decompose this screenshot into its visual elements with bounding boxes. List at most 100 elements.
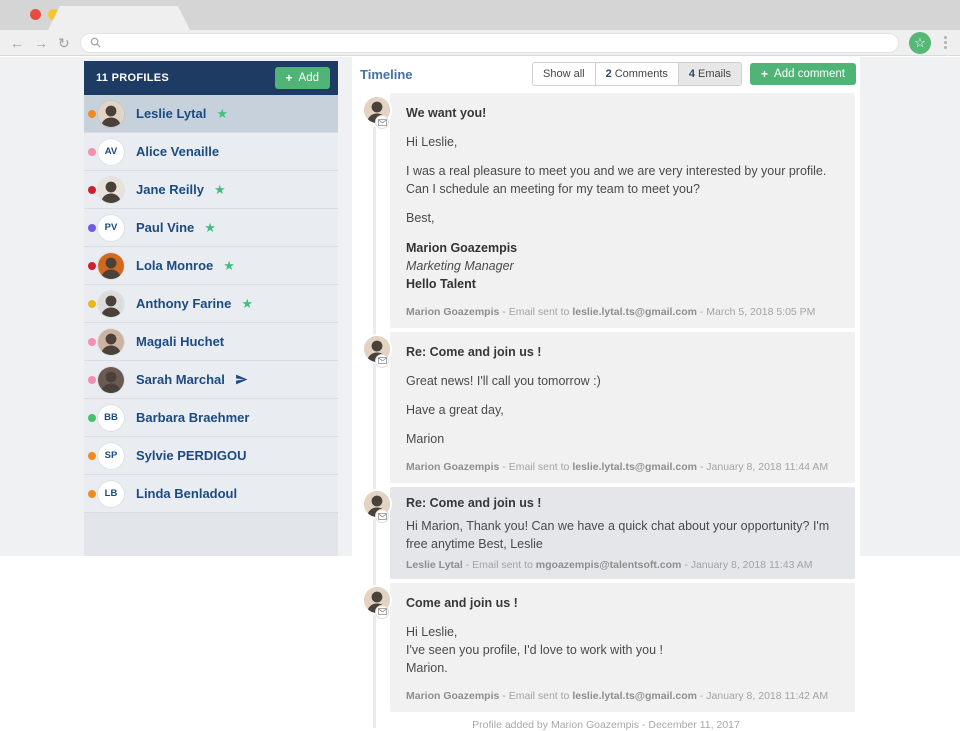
profile-badge	[235, 373, 248, 386]
sidebar-header: 11 PROFILES + Add	[84, 61, 338, 95]
person-photo	[98, 176, 124, 203]
add-profile-button[interactable]: + Add	[274, 67, 330, 89]
address-bar[interactable]	[79, 32, 899, 53]
browser-menu-icon[interactable]	[941, 36, 950, 49]
profile-badge: ★	[241, 297, 253, 310]
email-date: - March 5, 2018 5:05 PM	[696, 305, 816, 318]
email-card: We want you! Hi Leslie, I was a real plea…	[390, 93, 855, 328]
status-dot-icon	[88, 109, 96, 118]
profile-avatar	[98, 176, 124, 203]
status-dot-icon	[88, 147, 96, 156]
timeline-spine	[373, 127, 376, 728]
profile-list-item[interactable]: Magali Huchet	[84, 323, 338, 361]
favorite-star-icon: ★	[204, 220, 216, 235]
status-dot-icon	[88, 337, 96, 346]
profile-name: Anthony Farine	[136, 296, 232, 311]
app-page: 11 PROFILES + Add Leslie Lytal ★ AV Alic…	[0, 57, 960, 731]
email-meta: Marion Goazempis - Email sent to leslie.…	[406, 689, 829, 702]
profile-avatar	[98, 290, 124, 317]
profile-list-item[interactable]: Jane Reilly ★	[84, 171, 338, 209]
forward-icon[interactable]: →	[34, 36, 48, 50]
reload-icon[interactable]: ↻	[58, 36, 70, 50]
timeline-panel: Timeline Show all 2 Comments 4 Emails + Add …	[352, 57, 860, 731]
email-paragraph: I was a real pleasure to meet you and we…	[406, 164, 827, 197]
profile-name: Sylvie PERDIGOU	[136, 448, 247, 463]
timeline-filter-group: Show all 2 Comments 4 Emails	[532, 62, 743, 86]
profile-avatar: LB	[98, 480, 124, 507]
profile-list-item[interactable]: PV Paul Vine ★	[84, 209, 338, 247]
person-photo	[98, 252, 124, 279]
profile-name: Linda Benladoul	[136, 486, 238, 501]
email-subject: Re: Come and join us !	[406, 344, 542, 359]
status-dot-icon	[88, 413, 96, 422]
email-address: leslie.lytal.ts@gmail.com	[572, 461, 697, 474]
email-card: Re: Come and join us ! Hi Marion, Thank …	[390, 487, 855, 579]
timeline-entry: Re: Come and join us ! Hi Marion, Thank …	[364, 487, 855, 579]
add-comment-button[interactable]: + Add comment	[750, 63, 856, 85]
email-envelope-icon	[375, 509, 389, 524]
profile-list-item[interactable]: Lola Monroe ★	[84, 247, 338, 285]
filter-show-all[interactable]: Show all	[533, 63, 595, 85]
profile-avatar	[98, 100, 124, 127]
timeline-entries: We want you! Hi Leslie, I was a real plea…	[364, 93, 855, 728]
profile-name: Magali Huchet	[136, 334, 225, 349]
email-card: Come and join us ! Hi Leslie, I've seen …	[390, 582, 855, 712]
profile-badge: ★	[214, 183, 226, 196]
email-action: Email sent to	[508, 305, 570, 318]
email-paragraph: Best,	[406, 211, 435, 226]
send-plane-icon	[235, 374, 248, 385]
email-envelope-icon	[375, 353, 389, 368]
email-body: Hi Leslie, I've seen you profile, I'd lo…	[406, 623, 839, 677]
favorite-star-icon: ★	[216, 106, 228, 121]
status-dot-icon	[88, 451, 96, 460]
email-meta: Leslie Lytal - Email sent to mgoazempis@…	[406, 558, 813, 571]
timeline-header: Timeline Show all 2 Comments 4 Emails + Add …	[352, 57, 860, 91]
timeline-entry: We want you! Hi Leslie, I was a real plea…	[364, 93, 855, 328]
profile-list-item[interactable]: LB Linda Benladoul	[84, 475, 338, 513]
filter-emails[interactable]: 4 Emails	[677, 63, 742, 85]
back-icon[interactable]: ←	[10, 36, 24, 50]
favorite-star-icon: ★	[241, 296, 253, 311]
search-icon	[90, 37, 101, 48]
extension-star-icon[interactable]: ☆	[909, 31, 931, 54]
email-paragraph: Hi Marion, Thank you! Can we have a quic…	[406, 519, 830, 552]
email-date: - January 8, 2018 11:42 AM	[696, 689, 829, 702]
email-author: Marion Goazempis	[406, 689, 500, 702]
email-address: leslie.lytal.ts@gmail.com	[572, 305, 697, 318]
email-envelope-icon	[375, 115, 389, 129]
profile-list-item[interactable]: Anthony Farine ★	[84, 285, 338, 323]
profile-list-item[interactable]: Leslie Lytal ★	[84, 95, 338, 133]
email-meta: Marion Goazempis - Email sent to leslie.…	[406, 305, 816, 318]
profile-list-item[interactable]: AV Alice Venaille	[84, 133, 338, 171]
email-action: Email sent to	[472, 558, 533, 571]
timeline-title: Timeline	[360, 66, 413, 82]
profile-list-item[interactable]: Sarah Marchal	[84, 361, 338, 399]
profile-avatar: PV	[98, 214, 124, 241]
close-window-icon[interactable]	[30, 9, 41, 20]
browser-toolbar: ← → ↻ ☆	[0, 30, 960, 56]
profile-avatar: AV	[98, 138, 124, 165]
plus-icon: +	[285, 71, 293, 85]
profile-avatar: SP	[98, 442, 124, 469]
email-subject: Come and join us !	[406, 595, 518, 610]
profile-list-item[interactable]: SP Sylvie PERDIGOU	[84, 437, 338, 475]
profile-name: Paul Vine	[136, 220, 195, 235]
email-author: Marion Goazempis	[406, 305, 500, 318]
profile-badge: ★	[223, 259, 235, 272]
browser-tab[interactable]	[48, 6, 190, 30]
email-envelope-icon	[375, 604, 389, 619]
email-author: Leslie Lytal	[406, 558, 463, 571]
status-dot-icon	[88, 299, 96, 308]
email-action: Email sent to	[508, 461, 570, 474]
person-photo	[98, 100, 124, 127]
email-signature: Marion Goazempis Marketing Manager Hello T…	[406, 240, 518, 291]
email-paragraph: Great news! I'll call you tomorrow :)	[406, 373, 601, 388]
profile-name: Lola Monroe	[136, 258, 214, 273]
profiles-count-title: 11 PROFILES	[96, 72, 169, 84]
filter-comments[interactable]: 2 Comments	[594, 63, 678, 85]
profile-list-item[interactable]: BB Barbara Braehmer	[84, 399, 338, 437]
email-date: - January 8, 2018 11:44 AM	[696, 461, 829, 474]
email-address: leslie.lytal.ts@gmail.com	[572, 689, 697, 702]
profile-name: Leslie Lytal	[136, 106, 207, 121]
browser-titlebar	[0, 0, 960, 30]
